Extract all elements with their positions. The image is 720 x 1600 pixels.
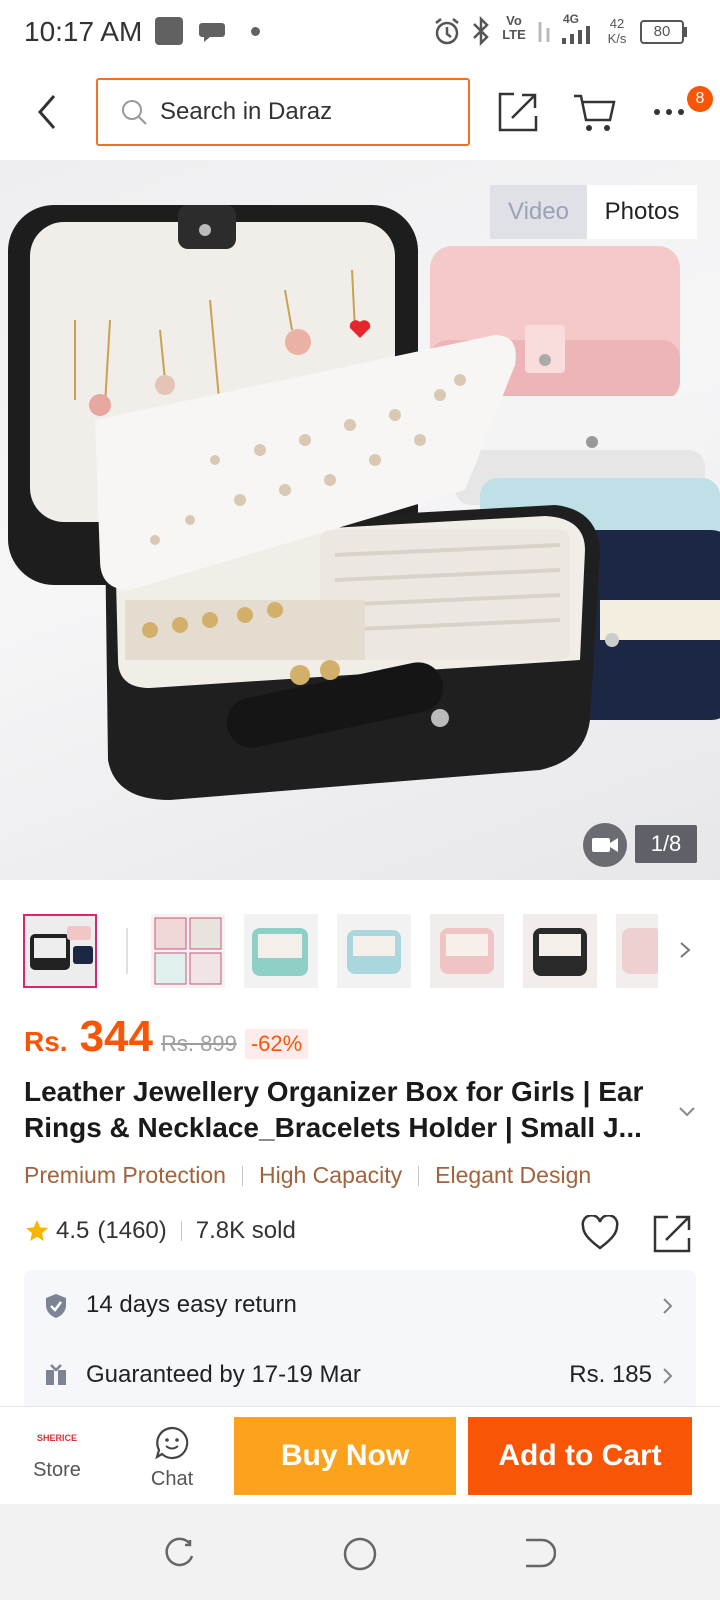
- battery-tip: [684, 27, 687, 37]
- back-icon[interactable]: [34, 92, 60, 132]
- heart-icon[interactable]: [580, 1215, 620, 1251]
- chevron-right-icon[interactable]: [678, 940, 692, 960]
- bottom-action-bar: SHERICE Store Chat Buy Now Add to Cart: [0, 1406, 720, 1504]
- chat-label: Chat: [150, 1468, 194, 1490]
- video-camera-icon: [592, 838, 618, 852]
- thumbnail-3[interactable]: [244, 914, 318, 988]
- tag-item: High Capacity: [258, 1162, 403, 1188]
- delivery-row[interactable]: Guaranteed by 17-19 Mar Rs. 185: [24, 1340, 696, 1410]
- tag-item: Elegant Design: [435, 1162, 592, 1188]
- status-time: 10:17 AM: [24, 16, 143, 47]
- status-bar: 10:17 AM Vo LTE 4G 42 K/s 80: [0, 0, 720, 64]
- video-play-button[interactable]: [583, 823, 627, 867]
- notification-dot-icon: [251, 27, 260, 36]
- battery-icon: 80: [640, 20, 684, 44]
- more-options-icon[interactable]: [652, 107, 688, 117]
- product-image: [8, 205, 720, 800]
- product-tags: Premium Protection High Capacity Elegant…: [24, 1162, 591, 1189]
- thumbnail-divider: [126, 928, 128, 974]
- rating-separator: [180, 1221, 182, 1241]
- volte-top-label: Vo: [506, 13, 522, 28]
- battery-level: 80: [653, 23, 671, 40]
- original-price: Rs. 899: [161, 1031, 237, 1056]
- network-speed: 42 K/s: [605, 16, 629, 46]
- share-icon[interactable]: [498, 92, 538, 132]
- photos-tab[interactable]: Photos: [587, 185, 697, 239]
- rating-count: (1460): [97, 1217, 167, 1244]
- signal-strength-2-icon: [562, 26, 590, 44]
- buy-now-button[interactable]: Buy Now: [234, 1417, 456, 1495]
- thumbnail-7[interactable]: [616, 914, 658, 988]
- system-navigation-bar: [0, 1504, 720, 1600]
- share-product-icon[interactable]: [652, 1214, 692, 1254]
- back-nav-icon[interactable]: [522, 1536, 556, 1570]
- thumbnail-6[interactable]: [523, 914, 597, 988]
- signal-strength-1-icon: [538, 22, 550, 42]
- price-currency: Rs.: [24, 1026, 68, 1057]
- page-indicator: 1/8: [635, 825, 697, 863]
- chevron-right-icon: [663, 1298, 673, 1314]
- video-tab[interactable]: Video: [490, 185, 587, 239]
- network-speed-value: 42: [609, 16, 625, 31]
- network-speed-unit: K/s: [607, 31, 627, 46]
- tag-separator: [241, 1165, 243, 1186]
- delivery-price: Rs. 185: [569, 1361, 652, 1388]
- return-policy-row[interactable]: 14 days easy return: [24, 1270, 696, 1340]
- thumbnail-4[interactable]: [337, 914, 411, 988]
- chat-button[interactable]: Chat: [138, 1425, 206, 1491]
- search-icon: [122, 100, 147, 125]
- chat-bubble-icon: [199, 23, 225, 42]
- chevron-right-icon: [663, 1368, 673, 1384]
- volte-indicator: Vo LTE: [500, 14, 528, 42]
- search-placeholder: Search in Daraz: [160, 98, 333, 125]
- rating-row[interactable]: 4.5 (1460) 7.8K sold: [24, 1217, 296, 1245]
- home-icon[interactable]: [342, 1536, 378, 1572]
- chat-smile-icon: [155, 1426, 189, 1460]
- chevron-down-icon[interactable]: [678, 1106, 696, 1118]
- product-image-gallery[interactable]: Video Photos 1/8: [0, 160, 720, 880]
- thumbnail-1[interactable]: [23, 914, 97, 988]
- discount-badge: -62%: [244, 1029, 309, 1059]
- price-value: 344: [79, 1012, 153, 1061]
- cart-badge: 8: [687, 86, 713, 112]
- search-input[interactable]: Search in Daraz: [96, 78, 470, 146]
- sold-count: 7.8K sold: [195, 1217, 296, 1244]
- recent-apps-icon[interactable]: [162, 1536, 196, 1570]
- return-policy-label: 14 days easy return: [86, 1291, 297, 1318]
- store-logo: SHERICE: [36, 1433, 77, 1443]
- delivery-label: Guaranteed by 17-19 Mar: [86, 1361, 361, 1388]
- price-row: Rs. 344 Rs. 899 -62%: [24, 1012, 309, 1061]
- add-to-cart-button[interactable]: Add to Cart: [468, 1417, 692, 1495]
- star-icon: [26, 1220, 48, 1241]
- bluetooth-icon: [473, 16, 489, 46]
- rating-value: 4.5: [56, 1217, 90, 1244]
- thumbnail-2[interactable]: [151, 914, 225, 988]
- thumbnail-strip: [0, 900, 720, 990]
- gift-box-icon: [46, 1364, 66, 1385]
- tag-separator: [418, 1165, 420, 1186]
- cart-icon[interactable]: [572, 92, 616, 134]
- product-title[interactable]: Leather Jewellery Organizer Box for Girl…: [24, 1074, 674, 1146]
- header: Search in Daraz 8: [0, 64, 720, 160]
- volte-bottom-label: LTE: [502, 27, 526, 42]
- media-toggle: Video Photos: [490, 185, 697, 239]
- tag-item: Premium Protection: [24, 1162, 226, 1188]
- alarm-icon: [435, 18, 459, 45]
- shield-check-icon: [46, 1294, 66, 1318]
- store-label: Store: [33, 1459, 81, 1481]
- gallery-app-icon: [155, 17, 183, 45]
- thumbnail-5[interactable]: [430, 914, 504, 988]
- store-button[interactable]: SHERICE Store: [20, 1425, 94, 1491]
- service-card: 14 days easy return Guaranteed by 17-19 …: [24, 1270, 696, 1410]
